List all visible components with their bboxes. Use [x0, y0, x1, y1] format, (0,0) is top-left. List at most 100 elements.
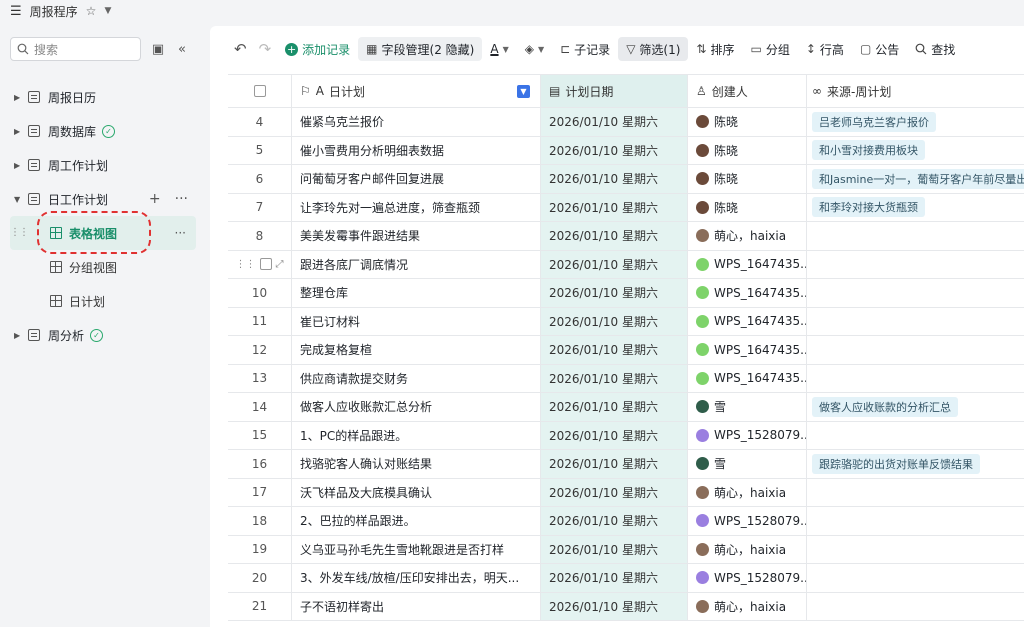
row-index-cell[interactable]: 14 — [228, 393, 292, 421]
date-cell[interactable]: 2026/01/10 星期六 — [541, 336, 688, 364]
sidebar-item-weekly-calendar[interactable]: ▶ 周报日历 — [0, 80, 206, 114]
date-cell[interactable]: 2026/01/10 星期六 — [541, 193, 688, 221]
row-index-cell[interactable]: 17 — [228, 478, 292, 506]
chevron-down-icon[interactable]: ▼ — [14, 195, 24, 204]
date-cell[interactable]: 2026/01/10 星期六 — [541, 450, 688, 478]
drag-handle-icon[interactable]: ⋮⋮ — [10, 227, 29, 238]
source-cell[interactable] — [807, 564, 1024, 592]
creator-cell[interactable]: 萌心，haixia — [688, 478, 807, 506]
date-cell[interactable]: 2026/01/10 星期六 — [541, 421, 688, 449]
creator-cell[interactable]: 雪 — [688, 393, 807, 421]
plan-cell[interactable]: 子不语初样寄出 — [292, 592, 541, 620]
table-row[interactable]: 7 让李玲先对一遍总进度，筛查瓶颈 2026/01/10 星期六 陈晓 和李玲对接大货瓶… — [228, 193, 1024, 222]
creator-cell[interactable]: WPS_1647435... — [688, 307, 807, 335]
select-all-cell[interactable] — [228, 75, 292, 107]
source-cell[interactable] — [807, 479, 1024, 507]
date-cell[interactable]: 2026/01/10 星期六 — [541, 535, 688, 563]
chevron-right-icon[interactable]: ▶ — [14, 127, 24, 136]
plan-cell[interactable]: 完成复格复楦 — [292, 336, 541, 364]
date-cell[interactable]: 2026/01/10 星期六 — [541, 136, 688, 164]
date-cell[interactable]: 2026/01/10 星期六 — [541, 592, 688, 620]
chevron-right-icon[interactable]: ▶ — [14, 93, 24, 102]
collapse-sidebar-icon[interactable]: « — [175, 42, 189, 57]
row-index-cell[interactable]: 18 — [228, 507, 292, 535]
row-index-cell[interactable]: 5 — [228, 136, 292, 164]
row-index-cell[interactable]: 11 — [228, 307, 292, 335]
undo-button[interactable]: ↶ — [228, 37, 253, 61]
plan-cell[interactable]: 让李玲先对一遍总进度，筛查瓶颈 — [292, 193, 541, 221]
creator-cell[interactable]: 萌心，haixia — [688, 535, 807, 563]
collapse-panel-icon[interactable]: ▣ — [151, 42, 165, 57]
creator-cell[interactable]: WPS_1647435... — [688, 336, 807, 364]
source-cell[interactable]: 做客人应收账款的分析汇总 — [807, 393, 1024, 421]
creator-cell[interactable]: 陈晓 — [688, 193, 807, 221]
table-row[interactable]: 19 义乌亚马孙毛先生雪地靴跟进是否打样 2026/01/10 星期六 萌心，haix… — [228, 535, 1024, 564]
creator-cell[interactable]: 陈晓 — [688, 165, 807, 193]
source-cell[interactable] — [807, 422, 1024, 450]
source-cell[interactable] — [807, 308, 1024, 336]
table-row[interactable]: ⋮⋮ ⤢ 跟进各底厂调底情况 2026/01/10 星期六 WPS_1647435... — [228, 250, 1024, 279]
creator-cell[interactable]: WPS_1528079... — [688, 421, 807, 449]
find-button[interactable]: 查找 — [907, 37, 963, 61]
creator-cell[interactable]: 陈晓 — [688, 108, 807, 136]
view-item-group-view[interactable]: 分组视图 — [0, 250, 206, 284]
source-cell[interactable] — [807, 336, 1024, 364]
plan-cell[interactable]: 找骆驼客人确认对账结果 — [292, 450, 541, 478]
creator-cell[interactable]: 萌心，haixia — [688, 592, 807, 620]
source-cell[interactable] — [807, 507, 1024, 535]
source-cell[interactable] — [807, 251, 1024, 279]
row-index-cell[interactable]: 10 — [228, 279, 292, 307]
table-row[interactable]: 12 完成复格复楦 2026/01/10 星期六 WPS_1647435... — [228, 336, 1024, 365]
source-cell[interactable] — [807, 593, 1024, 621]
source-cell[interactable]: 吕老师乌克兰客户报价 — [807, 108, 1024, 136]
date-cell[interactable]: 2026/01/10 星期六 — [541, 222, 688, 250]
plan-cell[interactable]: 问葡萄牙客户邮件回复进展 — [292, 165, 541, 193]
table-row[interactable]: 6 问葡萄牙客户邮件回复进展 2026/01/10 星期六 陈晓 和Jasmine一对一… — [228, 165, 1024, 194]
table-row[interactable]: 10 整理仓库 2026/01/10 星期六 WPS_1647435... — [228, 279, 1024, 308]
more-icon[interactable]: ··· — [175, 191, 188, 207]
drag-handle-icon[interactable]: ⋮⋮ — [236, 259, 256, 270]
table-row[interactable]: 14 做客人应收账款汇总分析 2026/01/10 星期六 雪 做客人应收账款的分析汇总 — [228, 393, 1024, 422]
plan-cell[interactable]: 做客人应收账款汇总分析 — [292, 393, 541, 421]
sidebar-item-weekly-plan[interactable]: ▶ 周工作计划 — [0, 148, 206, 182]
fill-color-button[interactable]: ◈ ▼ — [517, 37, 552, 61]
source-tag[interactable]: 和李玲对接大货瓶颈 — [812, 197, 925, 218]
sub-record-button[interactable]: ⊏ 子记录 — [552, 37, 618, 61]
creator-cell[interactable]: 萌心，haixia — [688, 222, 807, 250]
sidebar-item-daily-plan[interactable]: ▼ 日工作计划 + ··· — [0, 182, 206, 216]
column-header-plan[interactable]: ⚐ A 日计划 ▼ — [292, 75, 541, 107]
plan-cell[interactable]: 整理仓库 — [292, 279, 541, 307]
date-cell[interactable]: 2026/01/10 星期六 — [541, 564, 688, 592]
table-row[interactable]: 18 2、巴拉的样品跟进。 2026/01/10 星期六 WPS_1528079... — [228, 507, 1024, 536]
text-format-button[interactable]: A ▼ — [482, 37, 516, 61]
sidebar-item-weekly-analysis[interactable]: ▶ 周分析 ✓ — [0, 318, 206, 352]
source-tag[interactable]: 和Jasmine一对一，葡萄牙客户年前尽量出单 — [812, 168, 1024, 189]
source-cell[interactable]: 和李玲对接大货瓶颈 — [807, 194, 1024, 222]
plan-cell[interactable]: 美美发霉事件跟进结果 — [292, 222, 541, 250]
table-row[interactable]: 13 供应商请款提交财务 2026/01/10 星期六 WPS_1647435... — [228, 364, 1024, 393]
row-height-button[interactable]: ↕ 行高 — [798, 37, 852, 61]
date-cell[interactable]: 2026/01/10 星期六 — [541, 478, 688, 506]
date-cell[interactable]: 2026/01/10 星期六 — [541, 250, 688, 278]
date-cell[interactable]: 2026/01/10 星期六 — [541, 108, 688, 136]
group-button[interactable]: ▭ 分组 — [743, 37, 798, 61]
date-cell[interactable]: 2026/01/10 星期六 — [541, 307, 688, 335]
row-index-cell[interactable]: 21 — [228, 592, 292, 620]
star-icon[interactable]: ☆ — [86, 4, 97, 18]
row-index-cell[interactable]: 8 — [228, 222, 292, 250]
add-record-button[interactable]: + 添加记录 — [277, 37, 358, 61]
column-header-source[interactable]: ∞ 来源-周计划 — [807, 75, 1024, 107]
plan-cell[interactable]: 崔已订材料 — [292, 307, 541, 335]
date-cell[interactable]: 2026/01/10 星期六 — [541, 393, 688, 421]
source-cell[interactable] — [807, 365, 1024, 393]
source-cell[interactable]: 和Jasmine一对一，葡萄牙客户年前尽量出单 — [807, 165, 1024, 193]
creator-cell[interactable]: WPS_1647435... — [688, 279, 807, 307]
date-cell[interactable]: 2026/01/10 星期六 — [541, 165, 688, 193]
field-manage-button[interactable]: ▦ 字段管理(2 隐藏) — [358, 37, 483, 61]
row-index-cell[interactable]: 13 — [228, 364, 292, 392]
plan-cell[interactable]: 跟进各底厂调底情况 — [292, 250, 541, 278]
select-all-checkbox[interactable] — [253, 85, 266, 97]
table-row[interactable]: 4 催紧乌克兰报价 2026/01/10 星期六 陈晓 吕老师乌克兰客户报价 — [228, 108, 1024, 137]
row-index-cell[interactable]: ⋮⋮ ⤢ — [228, 250, 292, 278]
creator-cell[interactable]: WPS_1647435... — [688, 250, 807, 278]
